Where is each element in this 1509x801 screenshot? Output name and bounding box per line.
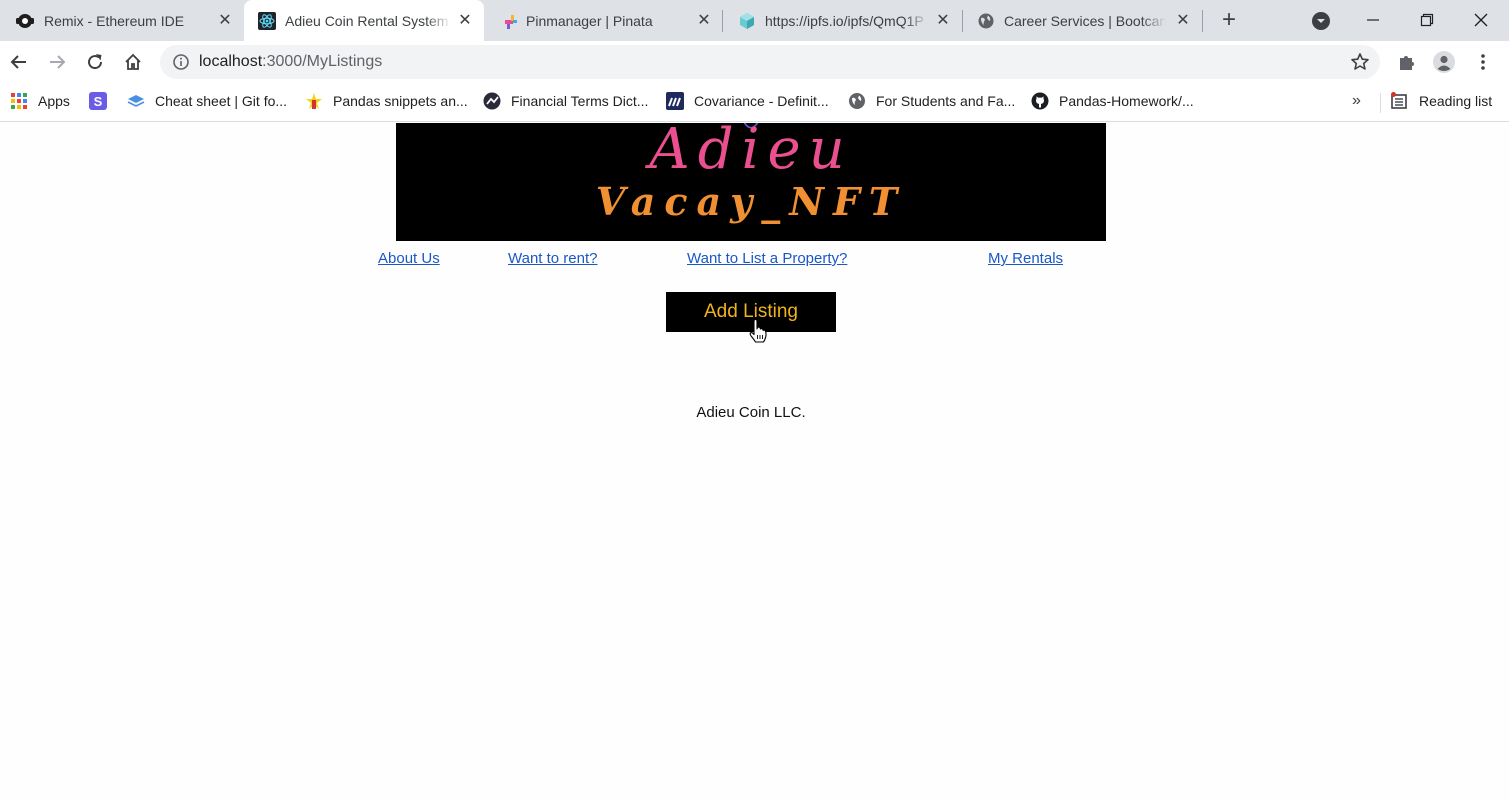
close-tab-icon[interactable]: ✕ — [695, 12, 713, 30]
tab-title: https://ipfs.io/ipfs/QmQ1P — [765, 13, 924, 29]
bookmarks-bar: Apps S Cheat sheet | Git fo... Pandas sn… — [0, 84, 1509, 122]
more-bookmarks-button[interactable]: » — [1352, 92, 1370, 110]
reading-list-button[interactable]: Reading list — [1390, 90, 1492, 112]
bookmark-label: For Students and Fa... — [876, 93, 1016, 109]
puzzle-icon — [1400, 56, 1414, 70]
nav-my-rentals-link[interactable]: My Rentals — [988, 250, 1063, 267]
hand-pointer-cursor-icon — [749, 319, 767, 343]
nav-about-us-link[interactable]: About Us — [378, 250, 440, 267]
bookmark-label: Pandas-Homework/... — [1059, 93, 1194, 109]
github-icon — [1031, 92, 1049, 110]
tab-ipfs[interactable]: https://ipfs.io/ipfs/QmQ1P ✕ — [724, 0, 962, 41]
tab-title: Pinmanager | Pinata — [526, 13, 653, 29]
pinata-icon — [505, 15, 517, 29]
footer-text: Adieu Coin LLC. — [696, 404, 806, 421]
tab-title: Adieu Coin Rental System — [285, 13, 449, 29]
tab-adieu-coin[interactable]: Adieu Coin Rental System ✕ — [244, 0, 484, 41]
bookmark-s-app[interactable]: S — [89, 90, 107, 112]
tab-title: Career Services | Bootcamp — [1004, 13, 1166, 29]
back-arrow-icon — [10, 55, 26, 69]
back-button[interactable] — [6, 49, 32, 75]
pandas-icon — [306, 93, 322, 109]
tab-strip: Remix - Ethereum IDE ✕ Adieu Coin Rental… — [0, 0, 1509, 41]
remix-icon — [16, 14, 34, 28]
banner-title-line1: Adieu — [649, 123, 853, 182]
chart-icon — [666, 92, 684, 110]
url-path: :3000/MyListings — [262, 53, 383, 70]
close-tab-icon[interactable]: ✕ — [1174, 12, 1192, 30]
reading-list-icon — [1391, 92, 1407, 109]
site-banner: Adieu Vacay_NFT — [396, 123, 1106, 241]
bookmark-pandas-snippets[interactable]: Pandas snippets an... — [305, 90, 468, 112]
svg-text:S: S — [94, 94, 103, 109]
bookmark-cheat-sheet[interactable]: Cheat sheet | Git fo... — [127, 90, 287, 112]
extensions-button[interactable] — [1396, 51, 1418, 73]
bookmark-financial-terms[interactable]: Financial Terms Dict... — [483, 90, 648, 112]
address-bar[interactable]: localhost:3000/MyListings — [160, 45, 1380, 79]
minimize-icon — [1367, 19, 1379, 21]
banner-title-line2: Vacay_NFT — [595, 179, 907, 224]
apps-grid-icon — [11, 93, 27, 109]
url-host: localhost — [199, 53, 263, 70]
stack-icon — [127, 95, 145, 107]
page-content: Adieu Vacay_NFT About Us Want to rent? W… — [0, 123, 1509, 801]
close-icon — [1474, 13, 1488, 27]
tab-separator — [962, 10, 963, 32]
new-tab-button[interactable]: + — [1216, 8, 1242, 34]
close-tab-icon[interactable]: ✕ — [934, 12, 952, 30]
url-text: localhost:3000/MyListings — [199, 53, 382, 71]
forward-arrow-icon — [50, 55, 66, 69]
tab-search-icon[interactable] — [1311, 11, 1331, 31]
tab-pinata[interactable]: Pinmanager | Pinata ✕ — [486, 0, 722, 41]
bookmark-pandas-homework[interactable]: Pandas-Homework/... — [1031, 90, 1194, 112]
bookmark-label: Financial Terms Dict... — [511, 93, 649, 109]
minimize-button[interactable] — [1358, 6, 1388, 34]
close-tab-icon[interactable]: ✕ — [216, 12, 234, 30]
tab-separator — [722, 10, 723, 32]
browser-toolbar: localhost:3000/MyListings — [0, 41, 1509, 84]
close-tab-icon[interactable]: ✕ — [456, 12, 474, 30]
avatar-icon — [1433, 51, 1455, 73]
close-window-button[interactable] — [1466, 6, 1496, 34]
bookmark-label: Apps — [38, 93, 70, 109]
ipfs-cube-icon — [740, 13, 754, 29]
home-button[interactable] — [120, 49, 146, 75]
tab-remix[interactable]: Remix - Ethereum IDE ✕ — [0, 0, 242, 41]
reload-icon — [88, 54, 103, 70]
bookmark-for-students[interactable]: For Students and Fa... — [848, 90, 1015, 112]
restore-button[interactable] — [1412, 6, 1442, 34]
investopedia-icon — [483, 92, 501, 110]
react-icon — [258, 12, 276, 30]
restore-icon — [1420, 13, 1434, 27]
tab-title: Remix - Ethereum IDE — [44, 13, 185, 29]
bookmarks-separator — [1380, 93, 1381, 113]
tab-career-services[interactable]: Career Services | Bootcamp ✕ — [964, 0, 1202, 41]
info-icon[interactable] — [172, 53, 190, 71]
reload-button[interactable] — [82, 49, 108, 75]
s-app-icon: S — [89, 92, 107, 110]
bookmark-label: Cheat sheet | Git fo... — [155, 93, 288, 109]
kebab-menu-icon — [1481, 54, 1485, 70]
bookmark-covariance[interactable]: Covariance - Definit... — [666, 90, 829, 112]
bookmark-label: Pandas snippets an... — [333, 93, 468, 109]
profile-button[interactable] — [1433, 51, 1455, 73]
bookmark-label: Covariance - Definit... — [694, 93, 829, 109]
bookmark-apps[interactable]: Apps — [10, 90, 70, 112]
reading-list-label: Reading list — [1419, 93, 1493, 109]
tab-separator — [1202, 10, 1203, 32]
home-icon — [125, 53, 141, 70]
forward-button[interactable] — [44, 49, 70, 75]
globe-icon — [978, 13, 994, 29]
nav-list-property-link[interactable]: Want to List a Property? — [687, 250, 847, 267]
nav-want-to-rent-link[interactable]: Want to rent? — [508, 250, 598, 267]
globe-icon — [849, 93, 865, 109]
bookmark-star-icon[interactable] — [1350, 52, 1370, 72]
chrome-menu-button[interactable] — [1472, 51, 1494, 73]
